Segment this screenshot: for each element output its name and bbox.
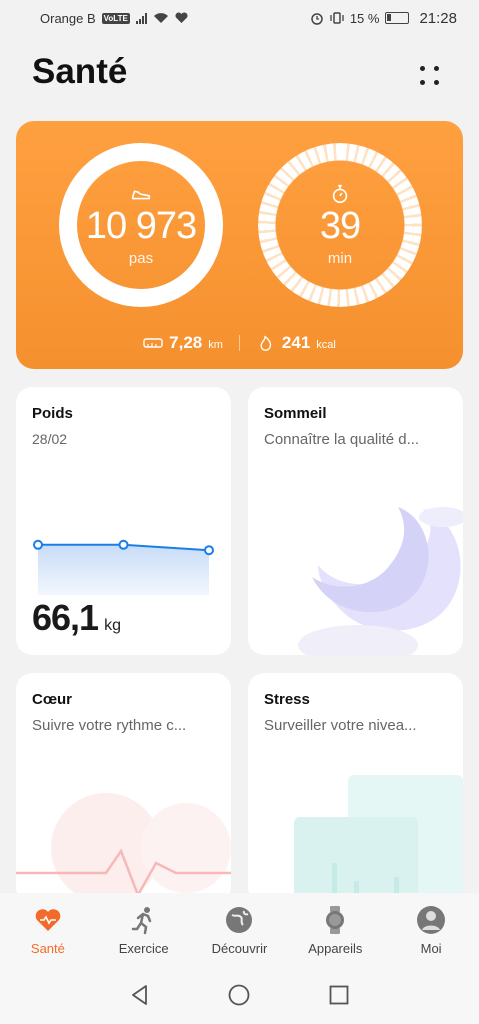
weight-value-group: 66,1 kg: [32, 597, 121, 639]
calories-stat: 241 kcal: [256, 333, 336, 353]
calories-value: 241: [281, 333, 311, 352]
status-left: Orange B VoLTE: [40, 11, 188, 26]
battery-icon: [385, 12, 410, 24]
steps-summary: 10 973 pas: [59, 143, 223, 307]
sleep-tile[interactable]: Sommeil Connaître la qualité d...: [248, 387, 463, 655]
weight-point-2: [204, 545, 214, 556]
stress-bars-illustration: [294, 775, 463, 903]
more-dots-icon[interactable]: [412, 58, 448, 94]
weight-trend-chart: [33, 539, 214, 595]
distance-unit: km: [208, 339, 223, 351]
nav-label-decouvrir: Découvrir: [211, 941, 268, 956]
heart-rate-illustration: [16, 793, 231, 903]
weight-point-0: [33, 539, 43, 550]
activity-card[interactable]: 10 973 pas 39 min 7,28 km 241 kcal: [16, 121, 463, 369]
stress-tile[interactable]: Stress Surveiller votre nivea...: [248, 673, 463, 903]
nav-item-appareils[interactable]: Appareils: [287, 905, 383, 956]
vibrate-icon: [330, 12, 344, 24]
watch-icon: [326, 906, 345, 934]
weight-title: Poids: [32, 405, 73, 422]
nav-label-sante: Santé: [30, 941, 65, 956]
alarm-icon: [311, 13, 323, 25]
distance-stat: 7,28 km: [143, 333, 223, 353]
volte-badge: VoLTE: [101, 12, 130, 24]
page-title: Santé: [32, 52, 128, 91]
minutes-value: 39: [319, 204, 361, 247]
health-heart-status-icon: [175, 12, 188, 23]
distance-value: 7,28: [169, 333, 203, 352]
activity-stats: 7,28 km 241 kcal: [16, 329, 463, 357]
runner-icon: [131, 907, 151, 935]
nav-item-exercice[interactable]: Exercice: [96, 905, 192, 956]
stopwatch-icon: [332, 184, 348, 203]
minutes-summary: 39 min: [258, 143, 422, 307]
system-nav-bar: [0, 965, 479, 1024]
weight-date: 28/02: [32, 431, 68, 447]
nav-item-moi[interactable]: Moi: [383, 905, 479, 956]
carrier-name: Orange B: [40, 10, 96, 26]
stat-divider: [238, 335, 240, 351]
distance-icon: [143, 338, 163, 348]
nav-item-decouvrir[interactable]: Découvrir: [192, 905, 288, 956]
bottom-nav: Santé Exercice Découvrir Appareils Moi: [0, 893, 479, 965]
nav-item-sante[interactable]: Santé: [0, 905, 96, 956]
nav-label-moi: Moi: [420, 941, 442, 956]
calories-unit: kcal: [316, 339, 336, 351]
heart-tile[interactable]: Cœur Suivre votre rythme c...: [16, 673, 231, 903]
moon-cloud-illustration: [298, 507, 463, 655]
back-triangle-icon[interactable]: [128, 983, 152, 1007]
battery-percent: 15 %: [349, 10, 380, 26]
status-time: 21:28: [419, 9, 457, 27]
weight-tile[interactable]: Poids 28/02 66,1 kg: [16, 387, 231, 655]
flame-icon: [260, 335, 272, 351]
shoe-icon: [131, 189, 151, 199]
profile-icon: [417, 906, 446, 934]
minutes-unit: min: [327, 250, 353, 268]
signal-icon: [135, 12, 147, 24]
heart-icon: [35, 909, 61, 931]
nav-label-appareils: Appareils: [308, 941, 363, 956]
status-right: 15 % 21:28: [310, 10, 457, 27]
status-bar: Orange B VoLTE 15 % 21:28: [0, 0, 479, 36]
weight-value: 66,1: [32, 597, 99, 638]
steps-unit: pas: [128, 250, 154, 268]
nav-label-exercice: Exercice: [118, 941, 169, 956]
weight-unit: kg: [104, 617, 121, 634]
home-circle-icon[interactable]: [227, 983, 251, 1007]
compass-icon: [226, 907, 253, 933]
weight-trend-area: [38, 544, 209, 595]
weight-point-1: [118, 539, 129, 550]
recents-square-icon[interactable]: [327, 983, 351, 1007]
steps-value: 10 973: [85, 204, 197, 247]
wifi-icon: [153, 13, 168, 23]
